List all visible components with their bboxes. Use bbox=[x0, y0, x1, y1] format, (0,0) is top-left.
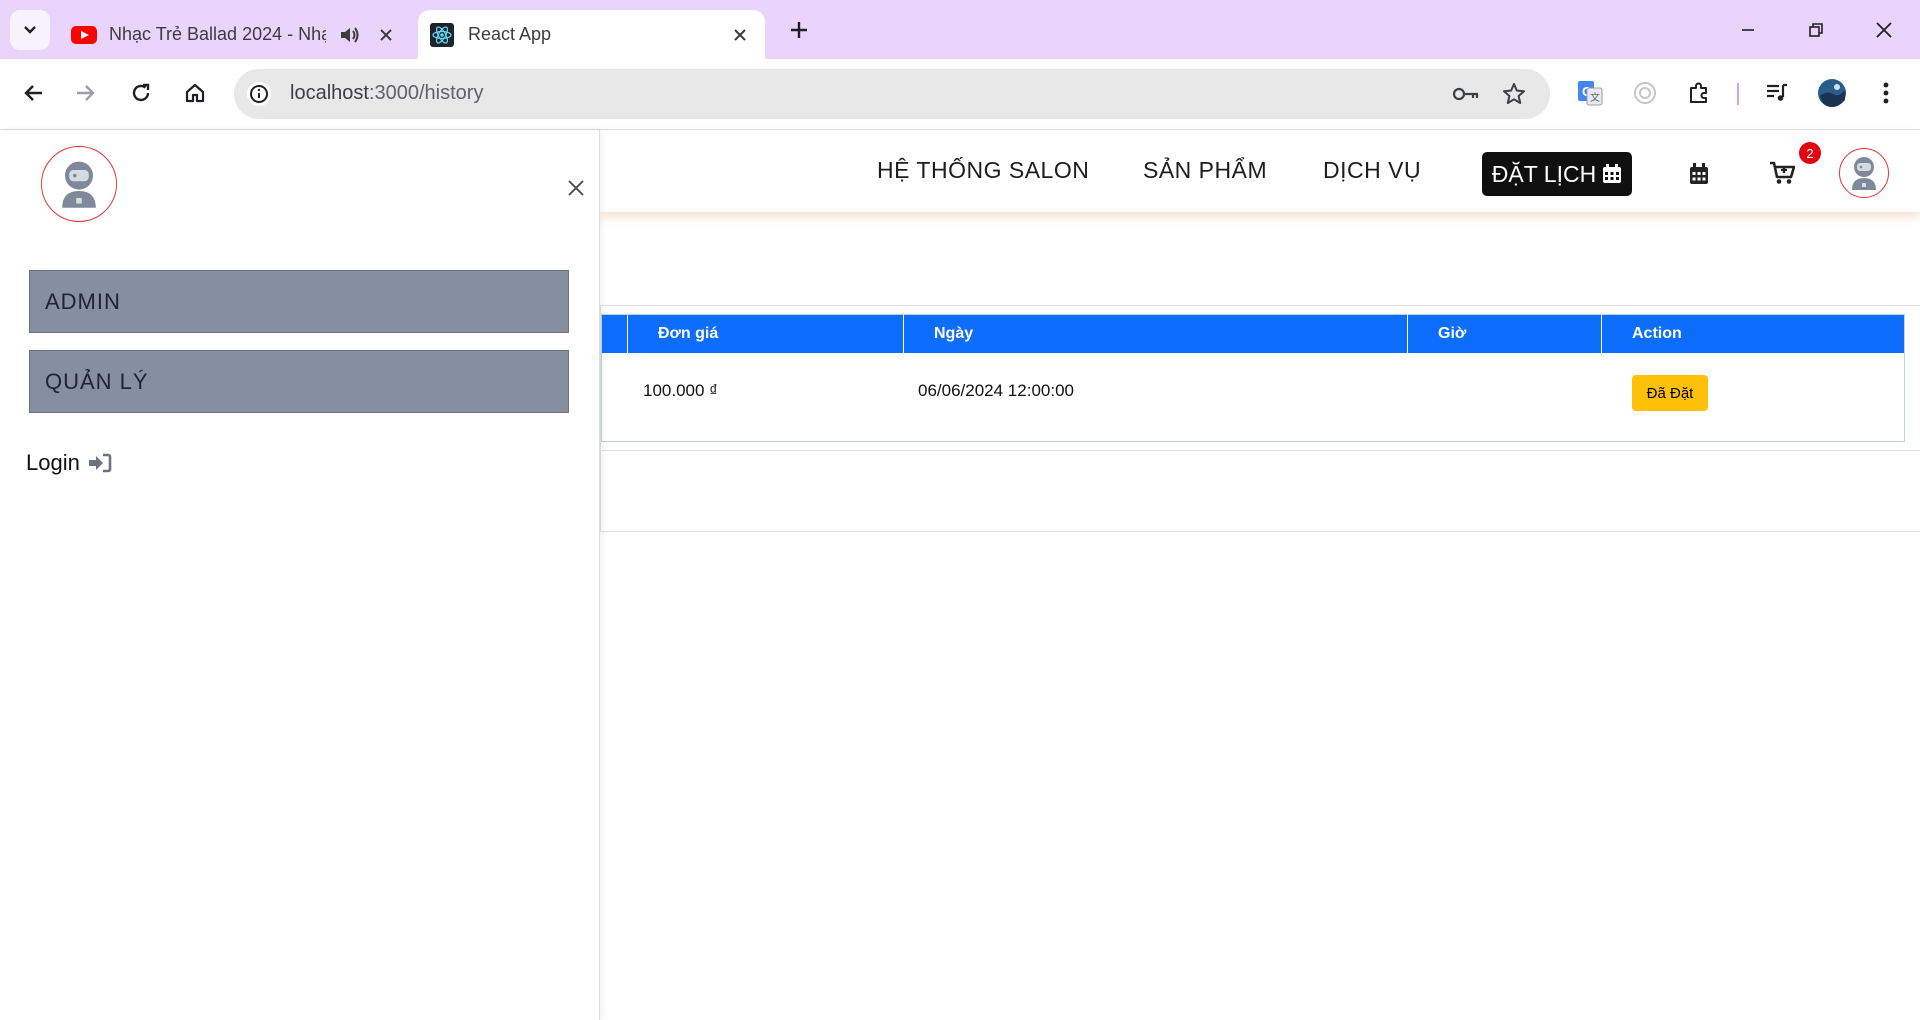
close-tab-icon[interactable] bbox=[732, 27, 748, 43]
toolbar-divider bbox=[1737, 83, 1739, 105]
record-extension[interactable] bbox=[1625, 73, 1665, 113]
tab-search-button[interactable] bbox=[10, 10, 50, 50]
header-action: Action bbox=[1601, 315, 1904, 353]
sidebar-close-button[interactable] bbox=[562, 174, 590, 202]
calendar-icon bbox=[1603, 164, 1622, 183]
reload-icon bbox=[132, 83, 150, 102]
google-translate-icon: G文 bbox=[1578, 81, 1603, 106]
sidebar-avatar bbox=[41, 146, 117, 222]
youtube-icon bbox=[71, 25, 97, 44]
address-bar[interactable]: localhost:3000/history bbox=[234, 69, 1550, 119]
booked-status-button[interactable]: Đã Đặt bbox=[1632, 375, 1708, 411]
sidebar-item-admin[interactable]: ADMIN bbox=[29, 270, 569, 333]
login-label: Login bbox=[26, 450, 80, 475]
site-navbar: HỆ THỐNG SALON SẢN PHẨM DỊCH VỤ ĐẶT LỊCH… bbox=[600, 130, 1920, 212]
bookmark-star-icon[interactable] bbox=[1502, 82, 1526, 106]
browser-tabstrip: Nhạc Trẻ Ballad 2024 - Nhạc React App bbox=[0, 0, 1920, 59]
minimize-button[interactable] bbox=[1726, 8, 1770, 52]
history-table: Đơn giá Ngày Giờ Action 100.000 ₫ 06/06/… bbox=[601, 314, 1905, 442]
astronaut-avatar-icon bbox=[62, 161, 96, 208]
home-button[interactable] bbox=[175, 73, 215, 113]
nav-link-products[interactable]: SẢN PHẨM bbox=[1143, 157, 1267, 184]
cell-date: 06/06/2024 12:00:00 bbox=[918, 381, 1074, 400]
close-icon bbox=[1876, 22, 1892, 38]
browser-menu-button[interactable] bbox=[1866, 73, 1906, 113]
tab-title: React App bbox=[468, 24, 552, 44]
tab-youtube[interactable]: Nhạc Trẻ Ballad 2024 - Nhạc bbox=[60, 10, 415, 59]
booking-button[interactable]: ĐẶT LỊCH bbox=[1482, 152, 1632, 196]
restore-button[interactable] bbox=[1794, 8, 1838, 52]
record-icon bbox=[1634, 82, 1656, 104]
close-window-button[interactable] bbox=[1862, 8, 1906, 52]
queue-music-icon bbox=[1767, 83, 1787, 101]
back-button[interactable] bbox=[13, 73, 53, 113]
reload-button[interactable] bbox=[121, 73, 161, 113]
booking-label: ĐẶT LỊCH bbox=[1491, 160, 1597, 187]
header-date: Ngày bbox=[903, 315, 1407, 353]
url-text[interactable]: localhost:3000/history bbox=[290, 82, 483, 105]
svg-text:文: 文 bbox=[1590, 91, 1600, 104]
table-header: Đơn giá Ngày Giờ Action bbox=[602, 315, 1904, 353]
tab-title: Nhạc Trẻ Ballad 2024 - Nhạc bbox=[109, 24, 326, 44]
card-divider bbox=[601, 450, 1920, 451]
url-host: localhost bbox=[290, 82, 369, 104]
restore-icon bbox=[1809, 23, 1823, 37]
profile-avatar-icon bbox=[1818, 79, 1846, 107]
offcanvas-sidebar: ADMIN QUẢN LÝ Login bbox=[0, 130, 600, 1020]
history-card: Đơn giá Ngày Giờ Action 100.000 ₫ 06/06/… bbox=[600, 305, 1920, 532]
extensions-button[interactable] bbox=[1679, 73, 1719, 113]
cart-count-badge: 2 bbox=[1799, 142, 1821, 164]
header-price: Đơn giá bbox=[627, 315, 903, 353]
cart-button[interactable] bbox=[1765, 156, 1799, 190]
calendar-icon bbox=[1690, 163, 1708, 184]
sign-in-icon bbox=[88, 453, 112, 473]
more-vertical-icon bbox=[1883, 82, 1889, 104]
browser-toolbar: localhost:3000/history G文 bbox=[0, 59, 1920, 130]
chevron-down-icon bbox=[24, 26, 36, 34]
arrow-right-icon bbox=[77, 85, 95, 101]
speaker-icon[interactable] bbox=[338, 24, 360, 46]
plus-icon bbox=[791, 22, 807, 38]
media-control-button[interactable] bbox=[1757, 73, 1797, 113]
nav-link-salon[interactable]: HỆ THỐNG SALON bbox=[877, 157, 1089, 184]
forward-button[interactable] bbox=[66, 73, 106, 113]
astronaut-avatar-icon bbox=[1852, 157, 1876, 190]
url-path: :3000/history bbox=[368, 82, 484, 104]
header-time: Giờ bbox=[1407, 315, 1601, 353]
tab-react-app[interactable]: React App bbox=[418, 10, 765, 59]
password-key-icon[interactable] bbox=[1452, 84, 1480, 104]
minimize-icon bbox=[1742, 29, 1754, 31]
sidebar-item-manager[interactable]: QUẢN LÝ bbox=[29, 350, 569, 413]
login-link[interactable]: Login bbox=[26, 450, 112, 476]
cart-icon bbox=[1770, 161, 1795, 184]
cell-price: 100.000 ₫ bbox=[643, 381, 718, 400]
site-info-icon[interactable] bbox=[247, 82, 271, 106]
close-tab-icon[interactable] bbox=[378, 27, 394, 43]
close-icon bbox=[568, 180, 584, 196]
user-avatar-button[interactable] bbox=[1839, 148, 1889, 198]
nav-link-services[interactable]: DỊCH VỤ bbox=[1323, 157, 1421, 184]
arrow-left-icon bbox=[24, 85, 42, 101]
schedule-button[interactable] bbox=[1682, 157, 1716, 191]
profile-button[interactable] bbox=[1812, 73, 1852, 113]
home-icon bbox=[185, 83, 205, 103]
translate-extension[interactable]: G文 bbox=[1570, 73, 1610, 113]
react-icon bbox=[430, 22, 454, 47]
new-tab-button[interactable] bbox=[781, 12, 817, 48]
puzzle-icon bbox=[1690, 82, 1707, 103]
